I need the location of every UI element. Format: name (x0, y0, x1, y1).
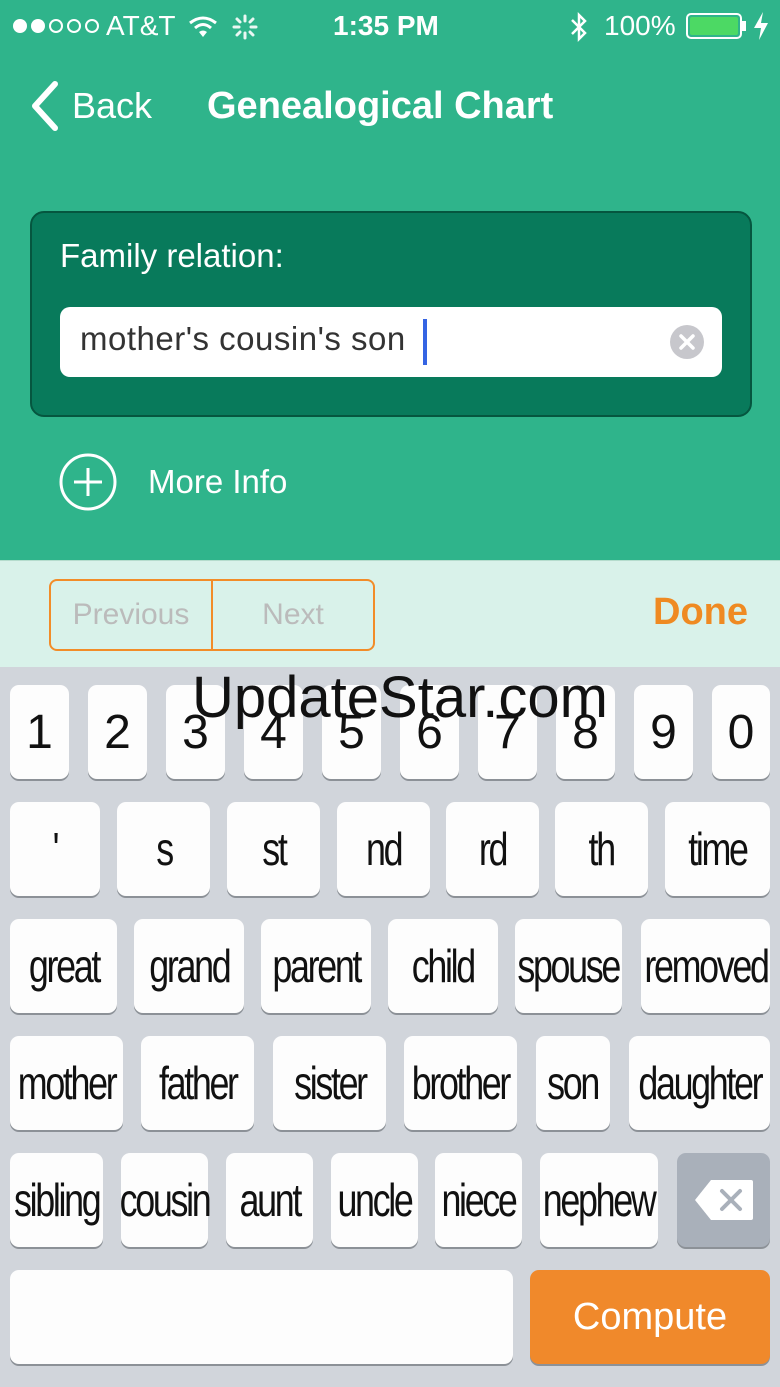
key-rd[interactable]: rd (446, 802, 539, 896)
carrier: AT&T (106, 10, 176, 41)
key-mother[interactable]: mother (10, 1036, 123, 1130)
clear-button[interactable] (670, 325, 704, 359)
key-st-label: st (261, 823, 288, 875)
plus-circle-icon (59, 453, 117, 511)
key-nephew-label: nephew (543, 1174, 657, 1226)
key-parent-label: parent (272, 940, 362, 992)
key-s-label: s (155, 823, 174, 875)
key-nephew[interactable]: nephew (540, 1153, 658, 1247)
key-sister-label: sister (293, 1057, 368, 1109)
wifi-icon (189, 16, 217, 37)
key-grand-label: grand (148, 940, 231, 992)
more-info-label: More Info (148, 463, 288, 500)
key-uncle[interactable]: uncle (331, 1153, 418, 1247)
key-grand[interactable]: grand (134, 919, 244, 1013)
backspace-key[interactable] (677, 1153, 770, 1247)
space-key[interactable] (10, 1270, 513, 1364)
key-mother-label: mother (17, 1057, 118, 1109)
key-apostrophe[interactable]: ' (10, 802, 100, 896)
key-nd-label: nd (365, 823, 404, 875)
key-s[interactable]: s (117, 802, 210, 896)
key-removed[interactable]: removed (641, 919, 770, 1013)
next-button[interactable]: Next (211, 581, 373, 649)
key-spouse-label: spouse (517, 940, 622, 992)
key-removed-label: removed (643, 940, 770, 992)
battery-icon (686, 13, 746, 39)
key-th[interactable]: th (555, 802, 648, 896)
key-time[interactable]: time (665, 802, 770, 896)
activity-spinner-icon (232, 14, 258, 40)
key-6[interactable]: 6 (400, 685, 459, 779)
key-child[interactable]: child (388, 919, 498, 1013)
key-st[interactable]: st (227, 802, 320, 896)
keyboard-accessory-bar: Previous Next Done (0, 560, 780, 667)
clear-icon (679, 334, 695, 350)
key-great-label: great (28, 940, 100, 992)
back-label: Back (72, 85, 153, 126)
bluetooth-icon (571, 11, 587, 43)
key-aunt-label: aunt (239, 1174, 302, 1226)
key-4[interactable]: 4 (244, 685, 303, 779)
key-5[interactable]: 5 (322, 685, 381, 779)
key-9[interactable]: 9 (634, 685, 693, 779)
key-cousin-label: cousin (119, 1174, 212, 1226)
key-father-label: father (158, 1057, 239, 1109)
key-apostrophe-label: ' (52, 823, 60, 875)
app-content: AT&T 1:35 PM 100% Back Genealogical Char… (0, 0, 780, 560)
key-sibling-label: sibling (13, 1174, 102, 1226)
key-7[interactable]: 7 (478, 685, 537, 779)
signal-dots-icon (13, 19, 99, 33)
charging-bolt-icon (754, 12, 768, 40)
compute-button[interactable]: Compute (530, 1270, 770, 1364)
relation-card: Family relation: mother's cousin's son (30, 211, 752, 417)
key-niece[interactable]: niece (435, 1153, 522, 1247)
key-son[interactable]: son (536, 1036, 610, 1130)
key-aunt[interactable]: aunt (226, 1153, 313, 1247)
relation-input[interactable]: mother's cousin's son (60, 307, 722, 377)
key-daughter[interactable]: daughter (629, 1036, 770, 1130)
key-rd-label: rd (478, 823, 509, 875)
done-button[interactable]: Done (653, 591, 748, 634)
key-time-label: time (688, 823, 749, 875)
key-sibling[interactable]: sibling (10, 1153, 103, 1247)
key-brother-label: brother (411, 1057, 512, 1109)
key-uncle-label: uncle (337, 1174, 413, 1226)
key-spouse[interactable]: spouse (515, 919, 622, 1013)
clock: 1:35 PM (333, 10, 439, 41)
back-button[interactable]: Back (28, 76, 152, 136)
key-nd[interactable]: nd (337, 802, 430, 896)
text-cursor (423, 319, 427, 365)
field-label: Family relation: (60, 237, 284, 274)
more-info-button[interactable]: More Info (58, 451, 287, 513)
prev-next-control: Previous Next (49, 579, 375, 651)
key-child-label: child (411, 940, 476, 992)
key-sister[interactable]: sister (273, 1036, 386, 1130)
key-son-label: son (547, 1057, 601, 1109)
custom-keyboard: 1 2 3 4 5 6 7 8 9 0 ' s st nd rd th time… (0, 667, 780, 1387)
key-1[interactable]: 1 (10, 685, 69, 779)
back-chevron-icon (32, 81, 58, 131)
battery-percent: 100% (604, 10, 676, 41)
key-brother[interactable]: brother (404, 1036, 517, 1130)
key-0[interactable]: 0 (712, 685, 770, 779)
backspace-icon (694, 1180, 753, 1220)
relation-input-value: mother's cousin's son (80, 320, 406, 357)
key-parent[interactable]: parent (261, 919, 371, 1013)
key-daughter-label: daughter (638, 1057, 763, 1109)
key-th-label: th (588, 823, 617, 875)
key-3[interactable]: 3 (166, 685, 225, 779)
key-great[interactable]: great (10, 919, 117, 1013)
key-8[interactable]: 8 (556, 685, 615, 779)
page-title: Genealogical Chart (207, 85, 554, 127)
previous-button[interactable]: Previous (51, 581, 211, 649)
key-2[interactable]: 2 (88, 685, 147, 779)
status-bar: AT&T 1:35 PM 100% (0, 0, 780, 54)
key-cousin[interactable]: cousin (119, 1153, 212, 1247)
key-father[interactable]: father (141, 1036, 254, 1130)
key-niece-label: niece (441, 1174, 517, 1226)
